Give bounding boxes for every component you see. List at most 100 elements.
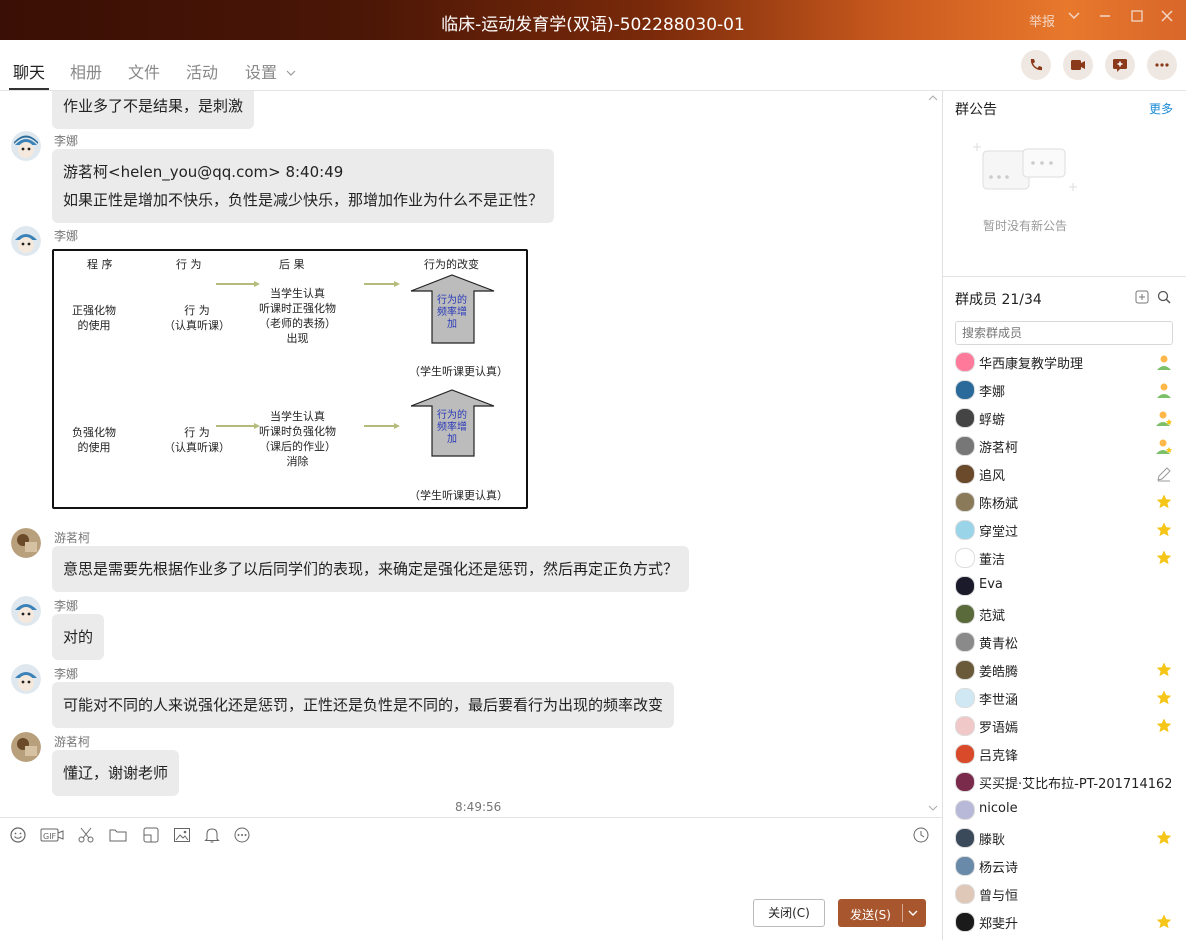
member-name: Eva — [979, 577, 1003, 592]
member-avatar[interactable] — [955, 660, 975, 680]
member-row[interactable]: 买买提·艾比布拉-PT-2017141624123 — [943, 768, 1186, 796]
member-name: 买买提·艾比布拉-PT-2017141624123 — [979, 777, 1171, 792]
member-avatar[interactable] — [955, 492, 975, 512]
more-dots-icon[interactable] — [233, 826, 251, 844]
member-avatar[interactable] — [955, 464, 975, 484]
admin-icon — [1155, 409, 1173, 427]
add-member-icon[interactable] — [1135, 290, 1149, 304]
avatar[interactable] — [11, 131, 41, 161]
report-link[interactable]: 举报 — [1029, 11, 1055, 30]
diagram-behavior: 行 为（认真听课） — [164, 304, 230, 332]
member-row[interactable]: 李世涵 — [943, 684, 1186, 712]
message-text: 如果正性是增加不快乐，负性是减少快乐，那增加作业为什么不是正性？ — [63, 191, 544, 209]
member-row[interactable]: 吕克锋 — [943, 740, 1186, 768]
search-icon[interactable] — [1157, 290, 1171, 304]
member-search-input[interactable] — [955, 321, 1173, 345]
close-icon[interactable] — [1160, 9, 1174, 27]
phone-call-button[interactable] — [1021, 50, 1051, 80]
member-avatar[interactable] — [955, 604, 975, 624]
group-sidebar: 群公告 更多 暂时没有新公告 群成员 21/34 华西康复教学助理李娜蜉蝣游茗柯… — [942, 91, 1186, 940]
member-row[interactable]: Eva — [943, 572, 1186, 600]
image-message[interactable]: 程 序 行 为 后 果 行为的改变 正强化物 的使用 行 为（认真听课） 当学生认… — [52, 249, 528, 509]
send-button[interactable]: 发送(S) — [838, 899, 926, 927]
scissors-icon[interactable] — [77, 826, 95, 844]
member-row[interactable]: 穿堂过 — [943, 516, 1186, 544]
member-name: 游茗柯 — [979, 441, 1019, 456]
member-row[interactable]: 董洁 — [943, 544, 1186, 572]
member-avatar[interactable] — [955, 800, 975, 820]
member-avatar[interactable] — [955, 408, 975, 428]
member-row[interactable]: 郑斐升 — [943, 908, 1186, 936]
member-avatar[interactable] — [955, 576, 975, 596]
chevron-down-icon — [286, 70, 296, 76]
image-icon[interactable] — [173, 826, 191, 844]
member-row[interactable]: 游茗柯 — [943, 432, 1186, 460]
member-avatar[interactable] — [955, 912, 975, 932]
chevron-down-icon[interactable] — [907, 907, 919, 919]
close-button[interactable]: 关闭(C) — [753, 899, 825, 927]
member-row[interactable]: 黄青松 — [943, 628, 1186, 656]
announcement-more-link[interactable]: 更多 — [1149, 100, 1173, 117]
sticker-icon[interactable] — [142, 826, 160, 844]
send-label: 发送(S) — [850, 908, 891, 922]
member-row[interactable]: 追风 — [943, 460, 1186, 488]
member-avatar[interactable] — [955, 380, 975, 400]
member-avatar[interactable] — [955, 520, 975, 540]
member-avatar[interactable] — [955, 744, 975, 764]
emoji-icon[interactable] — [9, 826, 27, 844]
member-avatar[interactable] — [955, 688, 975, 708]
bell-icon[interactable] — [203, 826, 221, 844]
member-avatar[interactable] — [955, 828, 975, 848]
member-avatar[interactable] — [955, 856, 975, 876]
tab-chat[interactable]: 聊天 — [13, 59, 45, 83]
avatar[interactable] — [11, 732, 41, 762]
member-row[interactable]: nicole — [943, 796, 1186, 824]
maximize-icon[interactable] — [1130, 9, 1144, 27]
member-avatar[interactable] — [955, 772, 975, 792]
member-name: 范斌 — [979, 609, 1006, 624]
member-avatar[interactable] — [955, 884, 975, 904]
star-icon — [1155, 913, 1173, 931]
more-button[interactable] — [1147, 50, 1177, 80]
chevron-down-icon[interactable] — [1067, 9, 1081, 27]
member-row[interactable]: 姜皓腾 — [943, 656, 1186, 684]
member-row[interactable]: 曾与恒 — [943, 880, 1186, 908]
members-title: 群成员 21/34 — [955, 292, 1042, 308]
tab-album[interactable]: 相册 — [70, 59, 102, 83]
member-row[interactable]: 范斌 — [943, 600, 1186, 628]
member-name: 李娜 — [979, 385, 1006, 400]
folder-icon[interactable] — [109, 826, 127, 844]
member-avatar[interactable] — [955, 352, 975, 372]
share-screen-button[interactable] — [1105, 50, 1135, 80]
tab-activity[interactable]: 活动 — [186, 59, 218, 83]
member-row[interactable]: 李娜 — [943, 376, 1186, 404]
minimize-icon[interactable] — [1098, 9, 1112, 27]
tab-files[interactable]: 文件 — [128, 59, 160, 83]
member-avatar[interactable] — [955, 632, 975, 652]
member-row[interactable]: 陈杨斌 — [943, 488, 1186, 516]
gif-icon[interactable]: GIF — [40, 826, 64, 844]
chat-message-list[interactable]: 作业多了不是结果，是刺激 李娜 游茗柯<helen_you@qq.com> 8:… — [0, 91, 942, 816]
member-row[interactable]: 蜉蝣 — [943, 404, 1186, 432]
star-icon — [1155, 549, 1173, 567]
scroll-down-icon[interactable] — [928, 805, 938, 813]
member-avatar[interactable] — [955, 716, 975, 736]
history-clock-icon[interactable] — [912, 826, 930, 844]
member-name: 李世涵 — [979, 693, 1019, 708]
member-row[interactable]: 杨云诗 — [943, 852, 1186, 880]
member-row[interactable]: 滕耿 — [943, 824, 1186, 852]
avatar[interactable] — [11, 596, 41, 626]
avatar[interactable] — [11, 226, 41, 256]
scroll-up-icon[interactable] — [928, 93, 938, 101]
member-avatar[interactable] — [955, 436, 975, 456]
avatar[interactable] — [11, 664, 41, 694]
member-name: 追风 — [979, 469, 1006, 484]
member-row[interactable]: 华西康复教学助理 — [943, 348, 1186, 376]
sender-name: 游茗柯 — [54, 735, 91, 749]
video-call-button[interactable] — [1063, 50, 1093, 80]
member-name: nicole — [979, 801, 1018, 816]
avatar[interactable] — [11, 528, 41, 558]
member-row[interactable]: 罗语嫣 — [943, 712, 1186, 740]
member-avatar[interactable] — [955, 548, 975, 568]
tab-settings[interactable]: 设置 — [245, 59, 296, 83]
